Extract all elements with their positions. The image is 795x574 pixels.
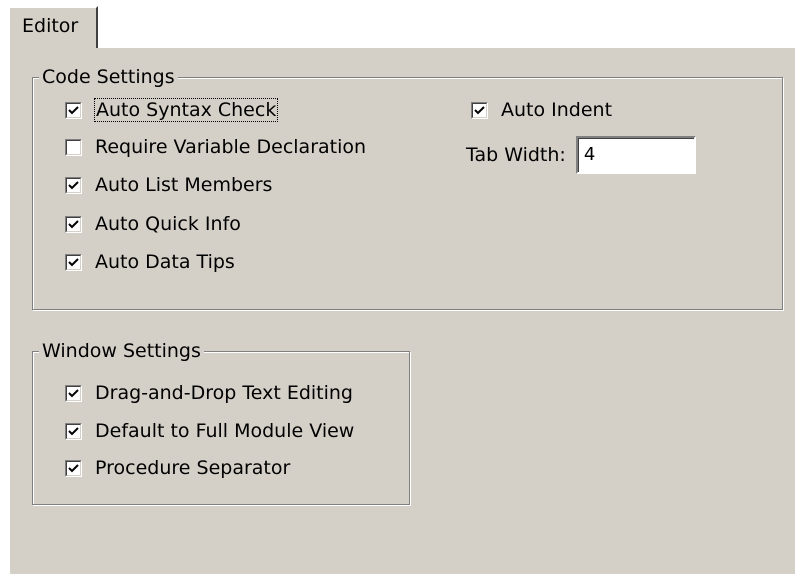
tab-width-input[interactable]: 4 xyxy=(575,136,696,174)
procedure-separator-option[interactable]: Procedure Separator xyxy=(65,454,290,482)
drag-and-drop-editing-checkbox[interactable] xyxy=(65,384,82,402)
full-module-view-label: Default to Full Module View xyxy=(95,420,355,442)
full-module-view-option[interactable]: Default to Full Module View xyxy=(65,417,354,445)
full-module-view-checkbox[interactable] xyxy=(65,422,82,440)
check-icon xyxy=(68,426,79,435)
procedure-separator-checkbox[interactable] xyxy=(65,459,82,477)
auto-syntax-check-checkbox[interactable] xyxy=(65,101,82,119)
check-icon xyxy=(68,257,79,266)
code-settings-title: Code Settings xyxy=(39,64,178,90)
auto-syntax-check-option[interactable]: Auto Syntax Check xyxy=(65,96,279,124)
check-icon xyxy=(68,105,79,114)
code-settings-group: Code Settings Auto Syntax Check Require … xyxy=(32,64,783,310)
check-icon xyxy=(68,180,79,189)
auto-list-members-option[interactable]: Auto List Members xyxy=(65,171,272,199)
auto-data-tips-option[interactable]: Auto Data Tips xyxy=(65,248,235,276)
window-settings-group: Window Settings Drag-and-Drop Text Editi… xyxy=(32,338,410,505)
window-settings-title: Window Settings xyxy=(39,338,204,364)
auto-quick-info-checkbox[interactable] xyxy=(65,215,82,233)
auto-indent-option[interactable]: Auto Indent xyxy=(471,96,612,124)
auto-list-members-checkbox[interactable] xyxy=(65,176,82,194)
tab-editor-label: Editor xyxy=(22,15,79,37)
check-icon xyxy=(474,105,485,114)
tab-width-label: Tab Width: xyxy=(466,144,566,166)
auto-indent-checkbox[interactable] xyxy=(471,101,488,119)
editor-tab-page: Code Settings Auto Syntax Check Require … xyxy=(8,46,795,574)
auto-quick-info-label: Auto Quick Info xyxy=(95,213,241,235)
auto-data-tips-label: Auto Data Tips xyxy=(95,251,235,273)
auto-quick-info-option[interactable]: Auto Quick Info xyxy=(65,210,241,238)
require-variable-declaration-checkbox[interactable] xyxy=(65,138,82,156)
drag-and-drop-editing-option[interactable]: Drag-and-Drop Text Editing xyxy=(65,379,353,407)
require-variable-declaration-label: Require Variable Declaration xyxy=(95,136,367,158)
drag-and-drop-editing-label: Drag-and-Drop Text Editing xyxy=(95,382,353,404)
check-icon xyxy=(68,219,79,228)
options-dialog: Editor Code Settings Auto Syntax Check R… xyxy=(0,0,795,574)
check-icon xyxy=(68,388,79,397)
procedure-separator-label: Procedure Separator xyxy=(95,457,291,479)
auto-list-members-label: Auto List Members xyxy=(95,174,273,196)
tab-width-field: Tab Width: 4 xyxy=(466,136,696,174)
auto-data-tips-checkbox[interactable] xyxy=(65,253,82,271)
require-variable-declaration-option[interactable]: Require Variable Declaration xyxy=(65,133,366,161)
tab-editor[interactable]: Editor xyxy=(8,6,98,48)
auto-indent-label: Auto Indent xyxy=(501,99,613,121)
auto-syntax-check-label: Auto Syntax Check xyxy=(93,98,279,122)
check-icon xyxy=(68,463,79,472)
